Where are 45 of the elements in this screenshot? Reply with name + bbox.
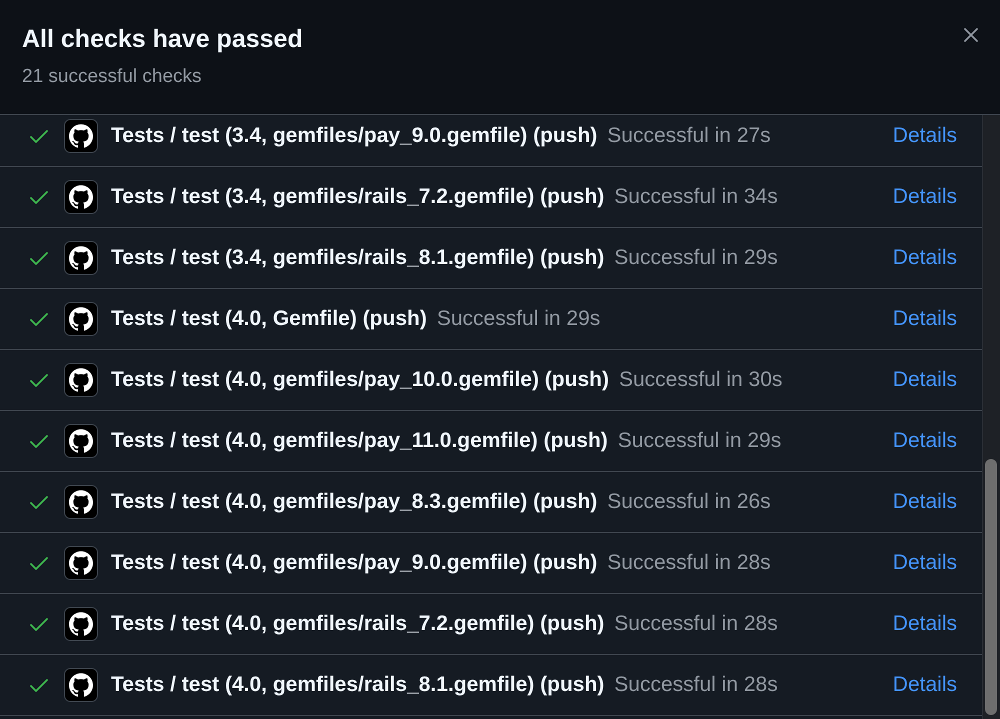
cat-logo-icon: [64, 241, 98, 275]
check-name: Tests / test (4.0, Gemfile) (push): [111, 307, 427, 331]
check-result: Successful in 26s: [607, 490, 771, 514]
check-name: Tests / test (4.0, gemfiles/rails_8.1.gemfile) (push): [111, 673, 604, 697]
details-link[interactable]: Details: [892, 124, 957, 148]
check-name: Tests / test (4.0, gemfiles/pay_8.3.gemfile) (push): [111, 490, 598, 514]
check-result: Successful in 27s: [607, 124, 771, 148]
check-result: Successful in 29s: [436, 307, 600, 331]
details-link[interactable]: Details: [892, 307, 957, 331]
cat-logo-icon: [64, 119, 98, 153]
check-result: Successful in 28s: [614, 673, 778, 697]
check-name: Tests / test (4.0, gemfiles/rails_7.2.gemfile) (push): [111, 612, 604, 636]
cat-logo-icon: [64, 485, 98, 519]
details-link[interactable]: Details: [892, 612, 957, 636]
details-link[interactable]: Details: [892, 185, 957, 209]
details-link[interactable]: Details: [892, 246, 957, 270]
check-name: Tests / test (4.0, gemfiles/pay_11.0.gemfile) (push): [111, 429, 608, 453]
check-result: Successful in 29s: [618, 429, 782, 453]
dialog-title: All checks have passed: [22, 24, 303, 54]
cat-logo-icon: [64, 668, 98, 702]
check-name: Tests / test (4.0, gemfiles/pay_9.0.gemfile) (push): [111, 551, 598, 575]
check-result: Successful in 30s: [618, 368, 782, 392]
close-icon: [964, 28, 978, 42]
check-name: Tests / test (4.0, gemfiles/pay_10.0.gemfile) (push): [111, 368, 609, 392]
cat-logo-icon: [64, 546, 98, 580]
cat-logo-icon: [64, 302, 98, 336]
dialog-subtitle: 21 successful checks: [22, 66, 203, 88]
check-name: Tests / test (3.4, gemfiles/pay_9.0.gemfile) (push): [111, 124, 598, 148]
cat-logo-icon: [64, 424, 98, 458]
cat-logo-icon: [64, 363, 98, 397]
cat-logo-icon: [64, 180, 98, 214]
details-link[interactable]: Details: [892, 490, 957, 514]
close-button[interactable]: [962, 26, 980, 44]
check-result: Successful in 28s: [607, 551, 771, 575]
details-link[interactable]: Details: [892, 551, 957, 575]
scrollbar[interactable]: [982, 115, 1000, 719]
check-result: Successful in 28s: [614, 612, 778, 636]
details-link[interactable]: Details: [892, 673, 957, 697]
details-link[interactable]: Details: [892, 368, 957, 392]
check-name: Tests / test (3.4, gemfiles/rails_7.2.gemfile) (push): [111, 185, 604, 209]
cat-logo-icon: [64, 607, 98, 641]
check-name: Tests / test (3.4, gemfiles/rails_8.1.gemfile) (push): [111, 246, 604, 270]
check-result: Successful in 29s: [614, 246, 778, 270]
check-result: Successful in 34s: [614, 185, 778, 209]
details-link[interactable]: Details: [892, 429, 957, 453]
